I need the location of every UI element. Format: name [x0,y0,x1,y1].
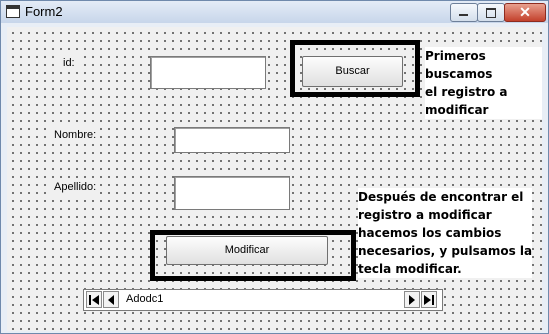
modify-button[interactable]: Modificar [166,236,328,265]
title-bar[interactable]: Form2 ✕ [1,1,548,23]
last-record-icon [424,295,434,305]
next-record-button[interactable] [404,291,420,308]
close-icon: ✕ [519,4,531,20]
last-record-button[interactable] [421,291,437,308]
search-instruction-note: Primeros buscamos el registro a modifica… [425,47,542,119]
previous-record-button[interactable] [103,291,119,308]
adodc-data-control: Adodc1 [83,289,443,311]
next-record-icon [409,295,415,305]
id-input[interactable] [150,56,266,89]
modify-instruction-note: Después de encontrar el registro a modif… [358,188,533,278]
previous-record-icon [108,295,114,305]
maximize-button[interactable] [477,3,505,22]
note-line: Después de encontrar el [358,190,524,204]
note-line: hacemos los cambios [358,226,502,240]
note-line: modificar [425,103,489,117]
note-line: registro a modificar [358,208,492,222]
note-line: Primeros buscamos [425,49,493,81]
minimize-icon [459,14,468,16]
search-button[interactable]: Buscar [302,56,403,87]
close-button[interactable]: ✕ [504,3,546,22]
name-label: Nombre: [50,127,101,143]
maximize-icon [486,8,496,18]
form-icon [6,5,20,18]
form2-window: Form2 ✕ id: Buscar Nombre: Apellido: Mod… [0,0,549,334]
surname-label: Apellido: [50,179,101,195]
adodc-caption: Adodc1 [126,293,164,305]
note-line: tecla modificar. [358,262,462,276]
note-line: el registro a [425,85,508,99]
note-line: necesarios, y pulsamos la [358,244,533,258]
window-title: Form2 [25,4,63,19]
minimize-button[interactable] [450,3,478,22]
surname-input[interactable] [174,176,290,210]
first-record-button[interactable] [86,291,102,308]
form-design-area: id: Buscar Nombre: Apellido: Modificar A… [7,27,542,331]
first-record-icon [89,295,99,305]
id-label: id: [59,55,79,71]
name-input[interactable] [174,127,290,153]
